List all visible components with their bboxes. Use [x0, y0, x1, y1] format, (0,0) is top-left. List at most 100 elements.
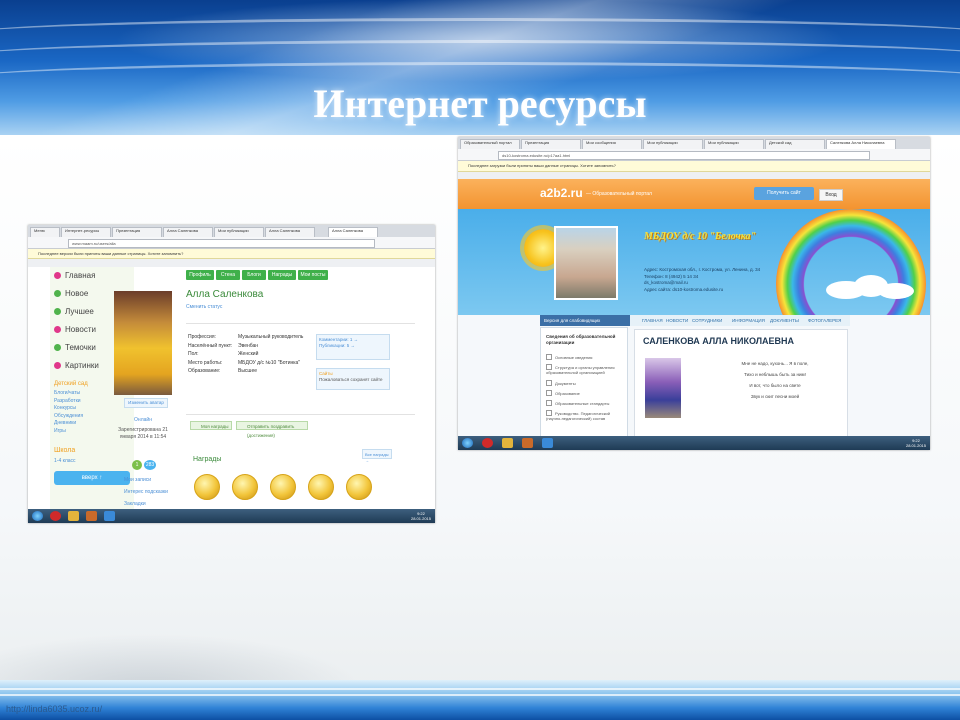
accessibility-version-link[interactable]: Версия для слабовидящих — [540, 315, 630, 326]
checkbox-icon — [546, 390, 552, 396]
browser-tab[interactable]: Меню — [30, 227, 60, 237]
my-awards-button[interactable]: Моя награды — [190, 421, 232, 430]
sidebar-link[interactable]: Дневники — [54, 420, 76, 428]
browser-tab[interactable]: Мои публикации — [704, 139, 764, 149]
browser-tab[interactable]: Интернет-ресурсы — [61, 227, 111, 237]
sidebar-link[interactable]: Конкурсы — [54, 405, 76, 413]
start-button-icon[interactable] — [32, 511, 43, 521]
side-link[interactable]: Интерес подсказки — [124, 489, 168, 496]
sidebar-link[interactable]: 1-4 класс — [54, 458, 76, 466]
sidebar-item[interactable]: Новое — [54, 289, 88, 298]
tab-profile[interactable]: Профиль — [186, 270, 214, 280]
all-awards-link[interactable]: Все награды → — [362, 449, 392, 463]
menu-item-news[interactable]: НОВОСТИ — [666, 315, 688, 326]
browser-tab[interactable]: Презентация — [521, 139, 581, 149]
divider — [186, 414, 415, 415]
browser-tab[interactable]: Образовательный портал — [460, 139, 520, 149]
list-item[interactable]: Документы — [546, 380, 576, 386]
profile-name: Алла Саленкова — [186, 289, 264, 300]
folder-icon[interactable] — [502, 438, 513, 448]
side-link[interactable]: Закладки — [124, 501, 146, 508]
browser-tab[interactable]: Мои публикации — [643, 139, 703, 149]
browser-tab[interactable]: Мои публикации — [214, 227, 264, 237]
staff-poem: Мне не надо, кухонь... Я в поле, Тихо и … — [741, 361, 809, 399]
award-medal-icon — [270, 474, 296, 500]
change-avatar-button[interactable]: Изменить аватар — [124, 398, 168, 408]
side-link[interactable]: Мои записи — [124, 477, 151, 484]
tab-blogs[interactable]: Блоги — [242, 270, 266, 280]
bullet-icon — [54, 272, 61, 279]
sidebar-link[interactable]: Обсуждения — [54, 413, 83, 421]
list-item[interactable]: Образовательные стандарты — [546, 400, 609, 406]
staff-profile-card: САЛЕНКОВА АЛЛА НИКОЛАЕВНА Мне не надо, к… — [634, 329, 848, 439]
sidebar-item[interactable]: Главная — [54, 271, 95, 280]
taskbar-clock: 9:22 28.01.2015 — [905, 438, 926, 448]
list-item[interactable]: Основные сведения — [546, 354, 592, 360]
media-player-icon[interactable] — [522, 438, 533, 448]
checkbox-icon — [546, 400, 552, 406]
opera-icon[interactable] — [482, 438, 493, 448]
bullet-icon — [54, 344, 61, 351]
footer-url[interactable]: http://linda6035.ucoz.ru/ — [6, 704, 102, 714]
sidebar-item[interactable]: Новости — [54, 325, 96, 334]
browser-tab[interactable]: Презентация — [112, 227, 162, 237]
award-medal-icon — [194, 474, 220, 500]
browser-tab[interactable]: Детский сад — [765, 139, 825, 149]
media-player-icon[interactable] — [86, 511, 97, 521]
menu-item-info[interactable]: ИНФОРМАЦИЯ — [732, 315, 765, 326]
divider — [186, 323, 415, 324]
sidebar-link[interactable]: Разработки — [54, 398, 81, 406]
sidebar-item[interactable]: Темочки — [54, 343, 96, 352]
profile-field-values: Музыкальный руководитель Эвенбан Женский… — [238, 334, 304, 375]
list-item[interactable]: Структура и органы управления образовате… — [546, 364, 624, 375]
browser-tab-active[interactable]: Саленкова Алла Николаевна — [826, 139, 896, 149]
menu-item-staff[interactable]: СОТРУДНИКИ — [692, 315, 722, 326]
bullet-icon — [54, 326, 61, 333]
get-site-button[interactable]: Получить сайт — [754, 187, 814, 200]
bullet-icon — [54, 308, 61, 315]
taskbar-clock: 9:22 28.01.2015 — [410, 511, 431, 521]
portal-logo[interactable]: a2b2.ru — [540, 186, 583, 200]
menu-item-gallery[interactable]: ФОТОГАЛЕРЕЯ — [808, 315, 841, 326]
sidebar-item[interactable]: Лучшее — [54, 307, 94, 316]
award-medal-icon — [232, 474, 258, 500]
menu-item-home[interactable]: ГЛАВНАЯ — [642, 315, 663, 326]
school-page: a2b2.ru — Образовательный портал Получит… — [458, 179, 930, 439]
browser-tab[interactable]: Алла Саленкова — [265, 227, 315, 237]
scroll-up-button[interactable]: вверх ↑ — [54, 471, 130, 485]
count-badge: 1 — [132, 460, 142, 470]
sidebar-school-title: Школа — [54, 447, 76, 454]
opera-icon[interactable] — [50, 511, 61, 521]
browser-tab-active[interactable]: Алла Саленкова — [328, 227, 378, 237]
staff-photo — [645, 358, 681, 418]
screenshot-profile-page: Меню Интернет-ресурсы Презентация Алла С… — [28, 225, 435, 523]
url-input[interactable]: ds10-kostroma.edusite.ru/p17aa1.html — [498, 151, 870, 160]
screenshot-school-site: Образовательный портал Презентация Мои с… — [458, 137, 930, 450]
address-bar: ds10-kostroma.edusite.ru/p17aa1.html — [458, 149, 930, 161]
url-input[interactable]: www.maam.ru/users/alla — [68, 239, 375, 248]
address-bar: www.maam.ru/users/alla — [28, 237, 435, 249]
list-item[interactable]: Образование — [546, 390, 580, 396]
tab-posts[interactable]: Мои посты — [298, 270, 328, 280]
list-item[interactable]: Руководство. Педагогический (научно-педа… — [546, 410, 624, 421]
start-button-icon[interactable] — [462, 438, 473, 448]
browser-tab[interactable]: Мои сообщения — [582, 139, 642, 149]
profile-status-link[interactable]: Сменить статус — [186, 304, 222, 310]
avatar — [114, 291, 172, 395]
browser-tab[interactable]: Алла Саленкова — [163, 227, 213, 237]
browser-notice-bar: Последнее загрузки были приняты ваши дан… — [458, 161, 930, 172]
tab-wall[interactable]: Стена — [216, 270, 240, 280]
sidebar-link[interactable]: Блоги/чаты — [54, 390, 80, 398]
school-contacts: Адрес: Костромская обл., г. Кострома, ул… — [644, 267, 761, 292]
browser-icon[interactable] — [542, 438, 553, 448]
menu-item-documents[interactable]: ДОКУМЕНТЫ — [770, 315, 799, 326]
windows-taskbar: 9:22 28.01.2015 — [458, 436, 930, 450]
cloud-decoration — [878, 283, 914, 299]
browser-icon[interactable] — [104, 511, 115, 521]
tab-awards[interactable]: Награды — [268, 270, 296, 280]
folder-icon[interactable] — [68, 511, 79, 521]
login-button[interactable]: Вход — [819, 189, 843, 201]
send-congrats-button[interactable]: Отправить поздравить (достижения) — [236, 421, 308, 438]
sidebar-item[interactable]: Картинки — [54, 361, 99, 370]
sidebar-link[interactable]: Игры — [54, 428, 66, 436]
